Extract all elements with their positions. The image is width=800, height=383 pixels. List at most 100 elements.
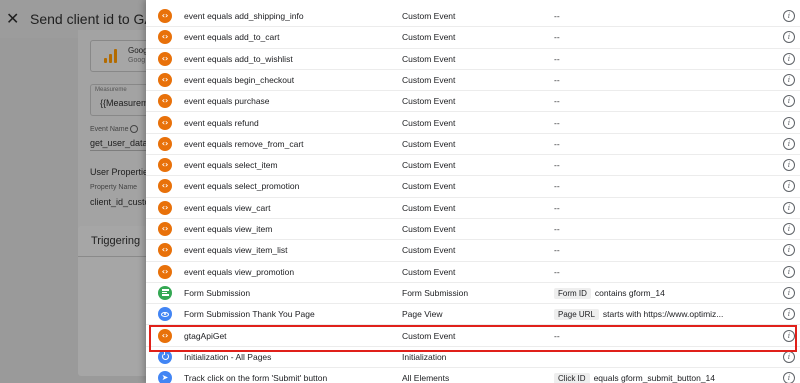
filter-condition: -- — [554, 117, 560, 128]
trigger-type: Form Submission — [402, 287, 469, 298]
trigger-name: Form Submission — [184, 287, 251, 298]
trigger-filter: -- — [554, 54, 560, 64]
trigger-type: Custom Event — [402, 330, 456, 341]
trigger-row[interactable]: ‹› gtagApiGet Custom Event -- i — [146, 326, 800, 347]
filter-condition: -- — [554, 202, 560, 213]
trigger-filter: -- — [554, 181, 560, 191]
trigger-type: Custom Event — [402, 266, 456, 277]
info-icon[interactable]: i — [783, 308, 795, 321]
trigger-row[interactable]: ‹› event equals view_promotion Custom Even… — [146, 262, 800, 283]
trigger-row[interactable]: ‹› event equals purchase Custom Event -- i — [146, 91, 800, 113]
trigger-row[interactable]: Initialization - All Pages Initialization… — [146, 347, 800, 369]
trigger-filter: -- — [554, 245, 560, 255]
trigger-type: Custom Event — [402, 117, 456, 128]
trigger-row[interactable]: ‹› event equals select_promotion Custom Ev… — [146, 176, 800, 198]
trigger-filter: -- — [554, 139, 560, 149]
filter-condition: -- — [554, 266, 560, 277]
trigger-type: Initialization — [402, 351, 447, 362]
info-icon[interactable]: i — [783, 10, 795, 22]
code-icon: ‹› — [158, 179, 172, 194]
property-name-label: Property Name — [90, 184, 138, 191]
info-icon[interactable]: i — [783, 180, 795, 193]
google-analytics-icon — [104, 49, 118, 63]
filter-condition: -- — [554, 96, 560, 107]
filter-condition: -- — [554, 330, 560, 341]
code-icon: ‹› — [158, 200, 172, 215]
event-name-value[interactable]: get_user_data — [90, 138, 148, 148]
info-icon[interactable]: i — [783, 372, 795, 383]
trigger-row[interactable]: ➤ Track click on the form 'Submit' button… — [146, 368, 800, 383]
info-icon[interactable]: i — [783, 137, 795, 150]
filter-condition: -- — [554, 160, 560, 171]
trigger-row[interactable]: ‹› event equals view_item_list Custom Even… — [146, 240, 800, 262]
trigger-type: Custom Event — [402, 138, 456, 149]
trigger-name: event equals select_item — [184, 160, 278, 171]
trigger-row[interactable]: ‹› event equals add_shipping_info Custom E… — [146, 6, 800, 28]
info-icon[interactable]: i — [783, 159, 795, 172]
info-icon[interactable]: i — [783, 329, 795, 342]
trigger-type: Custom Event — [402, 245, 456, 256]
form-icon — [158, 285, 172, 300]
trigger-row[interactable]: ‹› event equals refund Custom Event -- i — [146, 113, 800, 134]
info-icon[interactable]: i — [783, 73, 795, 86]
trigger-type: Custom Event — [402, 224, 456, 234]
trigger-row[interactable]: Form Submission Thank You Page Page View P… — [146, 304, 800, 326]
code-icon: ‹› — [158, 115, 172, 130]
trigger-name: event equals begin_checkout — [184, 74, 295, 85]
trigger-name: Initialization - All Pages — [184, 351, 272, 362]
trigger-name: event equals view_promotion — [184, 266, 295, 277]
trigger-type: Page View — [402, 309, 443, 320]
filter-condition: -- — [554, 245, 560, 256]
filter-variable-chip: Click ID — [554, 373, 590, 383]
trigger-row[interactable]: ‹› event equals view_item Custom Event -- i — [146, 219, 800, 241]
eye-icon — [158, 307, 172, 322]
trigger-row[interactable]: ‹› event equals add_to_cart Custom Event --… — [146, 27, 800, 49]
info-icon[interactable]: i — [783, 350, 795, 363]
info-icon[interactable]: i — [783, 95, 795, 108]
user-properties-heading: User Properties — [90, 167, 153, 177]
code-icon: ‹› — [158, 328, 172, 343]
trigger-type: Custom Event — [402, 32, 456, 43]
code-icon: ‹› — [158, 9, 172, 23]
trigger-type: Custom Event — [402, 11, 456, 21]
trigger-row[interactable]: ‹› event equals begin_checkout Custom Even… — [146, 70, 800, 92]
trigger-type: Custom Event — [402, 53, 456, 64]
trigger-row[interactable]: ‹› event equals remove_from_cart Custom Ev… — [146, 134, 800, 156]
filter-condition: equals gform_submit_button_14 — [593, 373, 716, 383]
trigger-type: Custom Event — [402, 181, 456, 192]
trigger-row[interactable]: Form Submission Form Submission Form ID con… — [146, 283, 800, 305]
code-icon: ‹› — [158, 51, 172, 66]
code-icon: ‹› — [158, 158, 172, 173]
trigger-name: event equals view_item_list — [184, 245, 288, 256]
info-icon[interactable]: i — [783, 286, 795, 299]
close-icon[interactable]: ✕ — [6, 9, 19, 29]
trigger-filter: Click ID equals gform_submit_button_14 — [554, 373, 715, 383]
trigger-row[interactable]: ‹› event equals add_to_wishlist Custom Eve… — [146, 49, 800, 70]
trigger-name: event equals refund — [184, 117, 259, 128]
filter-condition: -- — [554, 138, 560, 149]
trigger-list-panel: ‹› event equals add_shipping_info Custom E… — [146, 0, 800, 383]
code-icon: ‹› — [158, 72, 172, 87]
filter-condition: -- — [554, 11, 560, 21]
filter-variable-chip: Form ID — [554, 287, 591, 299]
info-icon[interactable]: i — [783, 116, 795, 129]
trigger-name: event equals add_shipping_info — [184, 11, 304, 21]
trigger-type: Custom Event — [402, 96, 456, 107]
tag-type-name: Goog — [128, 46, 148, 55]
trigger-row[interactable]: ‹› event equals select_item Custom Event --… — [146, 155, 800, 177]
info-icon[interactable]: i — [783, 201, 795, 214]
info-icon[interactable]: i — [783, 265, 795, 278]
info-icon[interactable]: i — [783, 244, 795, 257]
trigger-name: Form Submission Thank You Page — [184, 309, 315, 320]
info-icon[interactable]: i — [783, 223, 795, 235]
trigger-row[interactable]: ‹› event equals view_cart Custom Event -- i — [146, 198, 800, 219]
code-icon: ‹› — [158, 136, 172, 151]
info-icon[interactable]: i — [783, 31, 795, 44]
trigger-filter: -- — [554, 160, 560, 170]
filter-condition: contains gform_14 — [594, 287, 665, 298]
trigger-name: gtagApiGet — [184, 330, 227, 341]
info-icon[interactable]: i — [783, 52, 795, 65]
trigger-name: event equals select_promotion — [184, 181, 300, 192]
code-icon: ‹› — [158, 94, 172, 109]
trigger-name: event equals remove_from_cart — [184, 138, 304, 149]
